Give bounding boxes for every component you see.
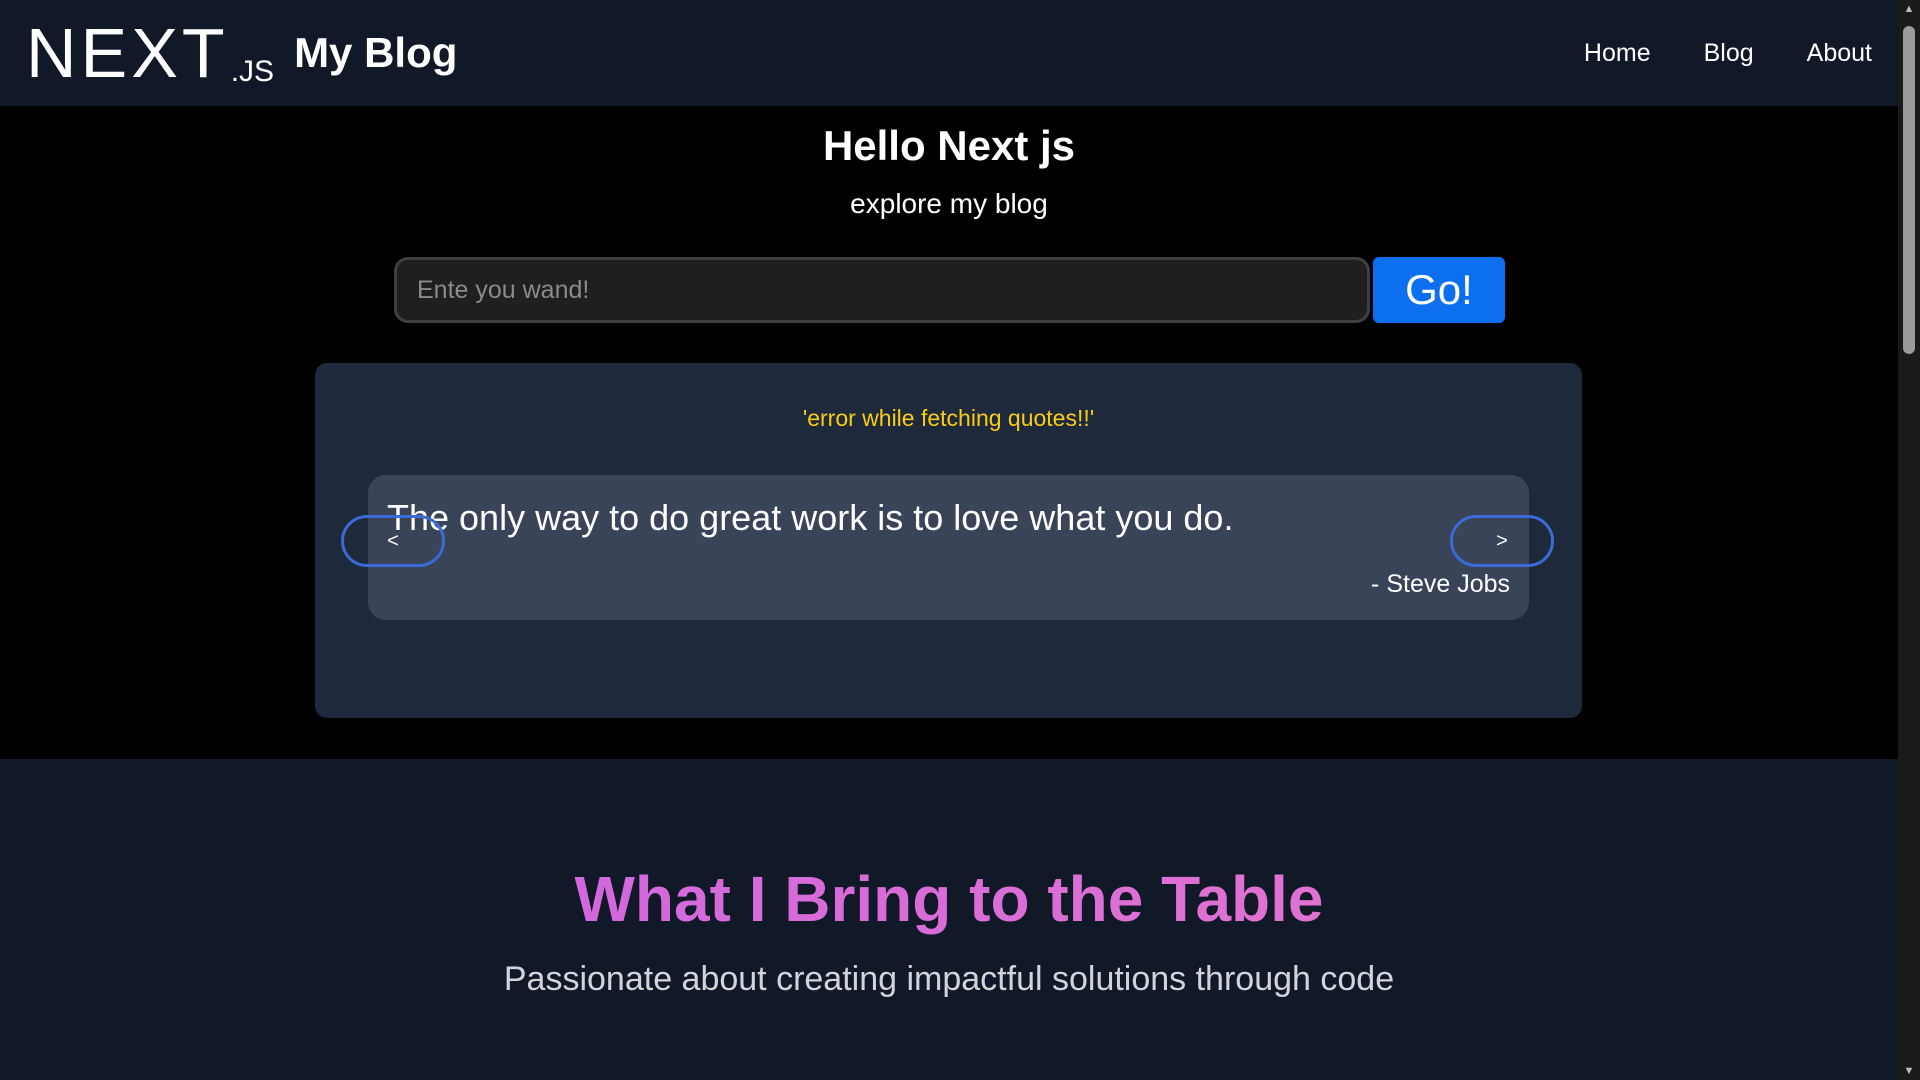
- vertical-scrollbar[interactable]: ▲ ▼: [1898, 0, 1920, 1080]
- navbar: NEXT .JS My Blog Home Blog About: [0, 0, 1898, 106]
- scroll-down-icon[interactable]: ▼: [1898, 1062, 1920, 1080]
- site-title: My Blog: [294, 29, 458, 76]
- quote-panel: 'error while fetching quotes!!' The only…: [315, 363, 1582, 718]
- quote-text: The only way to do great work is to love…: [387, 497, 1234, 538]
- hero-subtitle: explore my blog: [850, 188, 1048, 219]
- brand[interactable]: NEXT .JS My Blog: [26, 14, 458, 92]
- next-quote-button[interactable]: >: [1450, 515, 1554, 567]
- nav-link-about[interactable]: About: [1807, 39, 1872, 68]
- quote-author: - Steve Jobs: [1371, 570, 1510, 598]
- skills-title: What I Bring to the Table: [0, 862, 1898, 936]
- scroll-up-icon[interactable]: ▲: [1898, 0, 1920, 18]
- quote-card: The only way to do great work is to love…: [368, 475, 1529, 620]
- main-nav: Home Blog About: [1584, 39, 1872, 68]
- skills-subtitle: Passionate about creating impactful solu…: [503, 960, 1395, 998]
- skills-section: What I Bring to the Table Passionate abo…: [0, 759, 1898, 1080]
- go-button[interactable]: Go!: [1373, 257, 1505, 323]
- logo-word: NEXT: [26, 14, 229, 92]
- scroll-thumb[interactable]: [1903, 26, 1915, 354]
- search-input[interactable]: [394, 257, 1370, 323]
- nextjs-logo: NEXT .JS: [26, 14, 274, 92]
- logo-suffix: .JS: [230, 55, 275, 88]
- page: NEXT .JS My Blog Home Blog About Hello N…: [0, 0, 1920, 1080]
- hero-title: Hello Next js: [822, 122, 1076, 169]
- nav-link-blog[interactable]: Blog: [1704, 39, 1754, 68]
- search-form: Go!: [394, 257, 1505, 323]
- prev-quote-button[interactable]: <: [341, 515, 445, 567]
- quote-error-message: 'error while fetching quotes!!': [802, 405, 1095, 431]
- nav-link-home[interactable]: Home: [1584, 39, 1651, 68]
